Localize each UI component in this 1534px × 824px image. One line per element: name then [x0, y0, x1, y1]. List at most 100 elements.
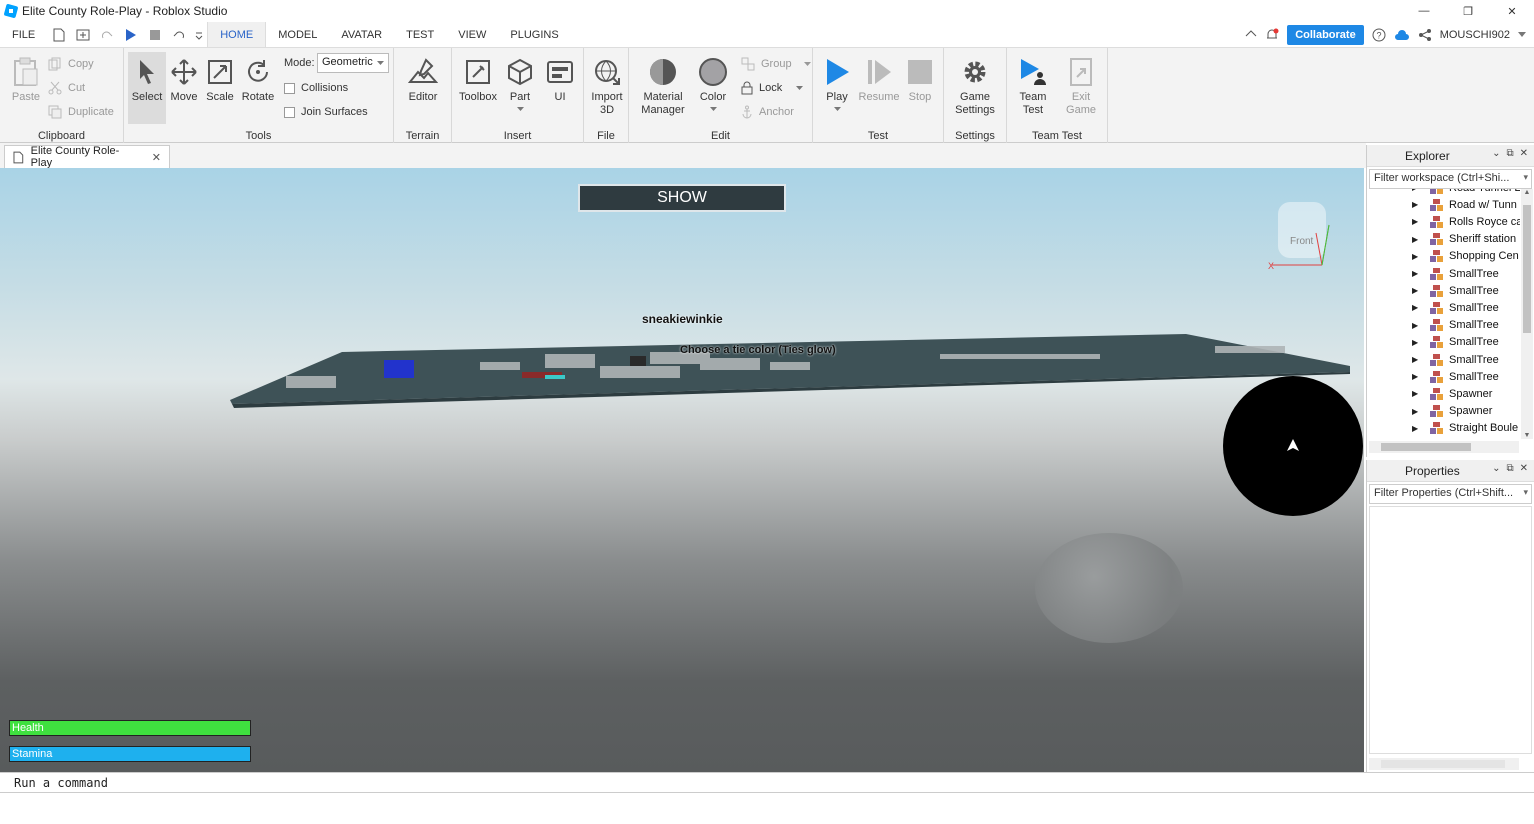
- expand-arrow-icon[interactable]: ▶: [1412, 424, 1422, 433]
- expand-arrow-icon[interactable]: ▶: [1412, 372, 1422, 381]
- publish-icon[interactable]: [75, 27, 91, 43]
- new-file-icon[interactable]: [51, 27, 67, 43]
- close-window-button[interactable]: ✕: [1490, 0, 1534, 22]
- explorer-close-icon[interactable]: ✕: [1520, 148, 1528, 159]
- cut-button[interactable]: Cut: [48, 78, 85, 98]
- explorer-float-icon[interactable]: ⧉: [1506, 148, 1513, 159]
- restore-button[interactable]: ❐: [1446, 0, 1490, 22]
- properties-hscroll-thumb[interactable]: [1381, 760, 1505, 768]
- explorer-vertical-scrollbar[interactable]: ▲ ▼: [1521, 189, 1533, 439]
- expand-arrow-icon[interactable]: ▶: [1412, 338, 1422, 347]
- resume-button[interactable]: Resume: [857, 56, 901, 104]
- collisions-checkbox-box[interactable]: [284, 82, 295, 94]
- team-test-button[interactable]: Team Test: [1013, 56, 1053, 117]
- game-settings-button[interactable]: Game Settings: [950, 56, 1000, 117]
- expand-arrow-icon[interactable]: ▶: [1412, 217, 1422, 226]
- expand-arrow-icon[interactable]: ▶: [1412, 355, 1422, 364]
- expand-arrow-icon[interactable]: ▶: [1412, 389, 1422, 398]
- user-name[interactable]: MOUSCHI902: [1440, 29, 1510, 41]
- material-manager-button[interactable]: Material Manager: [637, 56, 689, 117]
- expand-arrow-icon[interactable]: ▶: [1412, 407, 1422, 416]
- customize-quick-access-icon[interactable]: [195, 27, 203, 43]
- explorer-item[interactable]: ▶ Sheriff station: [1368, 231, 1516, 248]
- explorer-item[interactable]: ▶ Shopping Cen: [1368, 248, 1519, 265]
- terrain-editor-button[interactable]: Editor: [404, 56, 442, 104]
- share-icon[interactable]: [1418, 28, 1432, 42]
- mobile-joystick[interactable]: [1223, 376, 1363, 516]
- explorer-chevron-down-icon[interactable]: ⌄: [1492, 148, 1500, 159]
- tab-test[interactable]: TEST: [394, 22, 446, 47]
- explorer-item[interactable]: ▶ SmallTree: [1368, 299, 1499, 316]
- join-surfaces-checkbox[interactable]: Join Surfaces: [284, 102, 368, 122]
- explorer-item[interactable]: ▶ SmallTree: [1368, 368, 1499, 385]
- file-menu[interactable]: FILE: [0, 22, 47, 47]
- undo-icon[interactable]: [171, 27, 187, 43]
- collaborate-button[interactable]: Collaborate: [1287, 24, 1364, 45]
- properties-float-icon[interactable]: ⧉: [1506, 463, 1513, 474]
- explorer-item[interactable]: ▶ Spawner: [1368, 403, 1492, 420]
- home-icon[interactable]: [1245, 29, 1257, 41]
- help-icon[interactable]: ?: [1372, 28, 1386, 42]
- notification-bell-icon[interactable]: [1265, 28, 1279, 42]
- explorer-item[interactable]: ▶ Road w/ Tunn: [1368, 196, 1517, 213]
- import-3d-button[interactable]: Import 3D: [587, 56, 627, 117]
- copy-button[interactable]: Copy: [48, 54, 94, 74]
- explorer-item[interactable]: ▶ Straight Boule: [1368, 420, 1518, 437]
- expand-arrow-icon[interactable]: ▶: [1412, 286, 1422, 295]
- group-button[interactable]: Group: [741, 54, 811, 74]
- explorer-item[interactable]: ▶ SmallTree: [1368, 282, 1499, 299]
- properties-chevron-down-icon[interactable]: ⌄: [1492, 463, 1500, 474]
- paste-button[interactable]: Paste: [8, 56, 44, 104]
- rotate-tool-button[interactable]: Rotate: [238, 56, 278, 104]
- tab-model[interactable]: MODEL: [266, 22, 329, 47]
- game-viewport[interactable]: SHOW sneakiewinkie Choose a tie color (T…: [0, 168, 1364, 772]
- quick-play-icon[interactable]: [123, 27, 139, 43]
- tab-view[interactable]: VIEW: [446, 22, 498, 47]
- view-cube[interactable]: X Front: [1268, 198, 1340, 271]
- scroll-down-icon[interactable]: ▼: [1521, 432, 1533, 439]
- explorer-item[interactable]: ▶ Road Tunnel E: [1368, 189, 1520, 196]
- expand-arrow-icon[interactable]: ▶: [1412, 303, 1422, 312]
- explorer-item[interactable]: ▶ SmallTree: [1368, 317, 1499, 334]
- quick-stop-icon[interactable]: [147, 27, 163, 43]
- explorer-scroll-thumb[interactable]: [1523, 205, 1531, 333]
- expand-arrow-icon[interactable]: ▶: [1412, 321, 1422, 330]
- tab-avatar[interactable]: AVATAR: [329, 22, 394, 47]
- play-button[interactable]: Play: [819, 56, 855, 112]
- expand-arrow-icon[interactable]: ▶: [1412, 200, 1422, 209]
- explorer-item[interactable]: ▶ SmallTree: [1368, 265, 1499, 282]
- explorer-item[interactable]: ▶ Spawner: [1368, 385, 1492, 402]
- collisions-checkbox[interactable]: Collisions: [284, 78, 348, 98]
- select-tool-button[interactable]: Select: [128, 52, 166, 124]
- cloud-icon[interactable]: [1394, 29, 1410, 41]
- mode-select[interactable]: Geometric: [317, 53, 389, 73]
- close-tab-icon[interactable]: ✕: [152, 151, 161, 164]
- explorer-hscroll-thumb[interactable]: [1381, 443, 1471, 451]
- expand-arrow-icon[interactable]: ▶: [1412, 235, 1422, 244]
- lock-button[interactable]: Lock: [741, 78, 804, 98]
- ui-button[interactable]: UI: [542, 56, 578, 104]
- explorer-item[interactable]: ▶ SmallTree: [1368, 334, 1499, 351]
- duplicate-button[interactable]: Duplicate: [48, 102, 114, 122]
- scroll-up-icon[interactable]: ▲: [1521, 189, 1533, 196]
- part-button[interactable]: Part: [502, 56, 538, 112]
- scale-tool-button[interactable]: Scale: [202, 56, 238, 104]
- join-surfaces-checkbox-box[interactable]: [284, 106, 295, 118]
- minimize-button[interactable]: —: [1402, 0, 1446, 22]
- command-bar[interactable]: Run a command: [0, 772, 1534, 793]
- user-chevron-down-icon[interactable]: [1518, 31, 1526, 38]
- move-tool-button[interactable]: Move: [166, 56, 202, 104]
- expand-arrow-icon[interactable]: ▶: [1412, 252, 1422, 261]
- expand-arrow-icon[interactable]: ▶: [1412, 189, 1422, 192]
- anchor-button[interactable]: Anchor: [741, 102, 794, 122]
- redo-icon[interactable]: [99, 27, 115, 43]
- properties-filter-chevron-down-icon[interactable]: ▾: [1523, 487, 1528, 498]
- filter-chevron-down-icon[interactable]: ▾: [1523, 172, 1528, 183]
- properties-horizontal-scrollbar[interactable]: [1369, 758, 1519, 770]
- document-tab[interactable]: Elite County Role-Play ✕: [4, 145, 170, 169]
- properties-close-icon[interactable]: ✕: [1520, 463, 1528, 474]
- explorer-item[interactable]: ▶ SmallTree: [1368, 351, 1499, 368]
- map-baseplate[interactable]: [0, 168, 1364, 772]
- explorer-horizontal-scrollbar[interactable]: [1369, 441, 1519, 453]
- tab-home[interactable]: HOME: [207, 22, 267, 47]
